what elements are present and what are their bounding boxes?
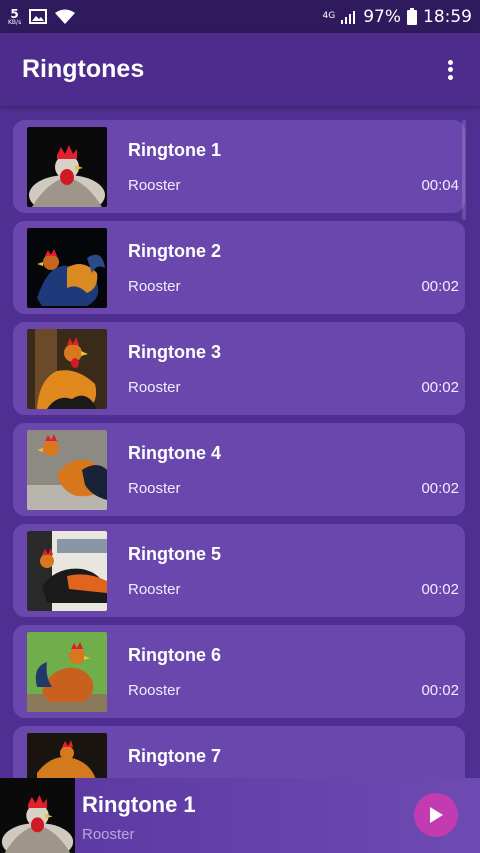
play-icon: [430, 807, 443, 823]
image-icon: [29, 9, 48, 24]
overflow-dot: [447, 74, 453, 80]
ringtone-title: Ringtone 6: [128, 645, 221, 665]
rooster-thumbnail: [27, 127, 107, 207]
clock: 18:59: [423, 6, 472, 27]
ringtone-item[interactable]: Ringtone 6 Rooster 00:02: [13, 625, 465, 718]
page-title: Ringtones: [22, 55, 145, 83]
player-thumbnail: [0, 778, 75, 853]
rooster-thumbnail: [27, 632, 107, 712]
ringtone-duration: 00:02: [421, 480, 459, 497]
play-button[interactable]: [414, 793, 458, 837]
overflow-dot: [447, 59, 453, 65]
ringtone-title: Ringtone 7: [128, 746, 221, 766]
ringtone-subtitle: Rooster: [128, 278, 181, 295]
ringtone-item[interactable]: Ringtone 2 Rooster 00:02: [13, 221, 465, 314]
ringtone-list: Ringtone 1 Rooster 00:04 Ringtone 2 Roos…: [13, 120, 467, 827]
ringtone-item[interactable]: Ringtone 3 Rooster 00:02: [13, 322, 465, 415]
ringtone-title: Ringtone 4: [128, 443, 221, 463]
battery-percent: 97%: [363, 6, 401, 27]
status-right: 4G 97% 18:59: [323, 7, 473, 27]
status-bar: 5 KB/s 4G 97% 18:59: [0, 0, 480, 33]
rooster-thumbnail: [27, 531, 107, 611]
wifi-icon: [55, 9, 76, 24]
ringtone-title: Ringtone 3: [128, 342, 221, 362]
network-speed-unit: KB/s: [8, 18, 22, 26]
ringtone-subtitle: Rooster: [128, 581, 181, 598]
ringtone-subtitle: Rooster: [128, 177, 181, 194]
ringtone-duration: 00:02: [421, 682, 459, 699]
overflow-dot: [447, 67, 453, 72]
network-type: 4G: [322, 11, 336, 21]
rooster-thumbnail: [27, 228, 107, 308]
ringtone-duration: 00:02: [421, 581, 459, 598]
network-speed: 5 KB/s: [8, 8, 21, 26]
ringtone-subtitle: Rooster: [128, 379, 181, 396]
battery-icon: [407, 8, 417, 25]
status-left: 5 KB/s: [8, 8, 76, 26]
ringtone-title: Ringtone 2: [128, 241, 221, 261]
ringtone-subtitle: Rooster: [128, 480, 181, 497]
ringtone-item[interactable]: Ringtone 4 Rooster 00:02: [13, 423, 465, 516]
network-speed-value: 5: [10, 6, 19, 21]
ringtone-title: Ringtone 1: [128, 140, 221, 160]
now-playing-bar[interactable]: Ringtone 1 Rooster: [0, 778, 480, 853]
scrollbar[interactable]: [462, 120, 466, 220]
rooster-thumbnail: [27, 329, 107, 409]
ringtone-title: Ringtone 5: [128, 544, 221, 564]
ringtone-subtitle: Rooster: [128, 682, 181, 699]
ringtone-duration: 00:04: [421, 177, 459, 194]
rooster-thumbnail: [27, 430, 107, 510]
more-vert-icon[interactable]: [438, 56, 462, 84]
ringtone-duration: 00:02: [421, 278, 459, 295]
ringtone-item[interactable]: Ringtone 1 Rooster 00:04: [13, 120, 465, 213]
player-title: Ringtone 1: [82, 792, 196, 817]
player-subtitle: Rooster: [82, 826, 135, 843]
ringtone-duration: 00:02: [421, 379, 459, 396]
ringtone-item[interactable]: Ringtone 5 Rooster 00:02: [13, 524, 465, 617]
signal-icon: [341, 10, 356, 24]
app-bar: Ringtones: [0, 33, 480, 106]
